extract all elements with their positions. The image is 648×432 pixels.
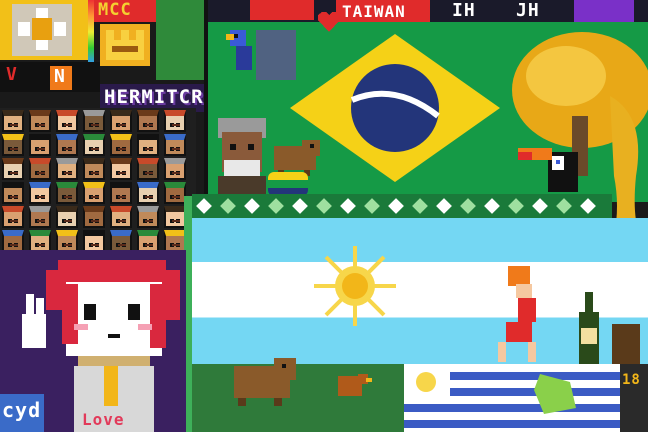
hermit-face bbox=[110, 134, 132, 156]
hermit-face bbox=[2, 230, 24, 252]
hermit-face bbox=[56, 158, 78, 180]
diamond-tile bbox=[244, 198, 260, 214]
hermit-face bbox=[29, 134, 51, 156]
mcc-label: MCC bbox=[98, 0, 132, 20]
old-man-avatar bbox=[210, 112, 274, 198]
pixel-canvas[interactable]: MCC V N HERMITCRAFT H bbox=[0, 0, 648, 432]
hermit-face bbox=[83, 110, 105, 132]
dancer-figure bbox=[488, 264, 550, 364]
wine-bottle-icon bbox=[576, 292, 602, 364]
diamond-tile bbox=[556, 198, 572, 214]
diamond-tile bbox=[268, 198, 284, 214]
hermit-face bbox=[110, 182, 132, 204]
hermit-face bbox=[137, 230, 159, 252]
hermit-face bbox=[29, 158, 51, 180]
hermit-face bbox=[56, 230, 78, 252]
parrot-icon bbox=[222, 26, 258, 78]
hermit-face bbox=[2, 110, 24, 132]
hermit-face bbox=[137, 110, 159, 132]
diamond-tile bbox=[508, 198, 524, 214]
hermit-face bbox=[29, 206, 51, 228]
hermit-face bbox=[164, 134, 186, 156]
jh-label: JH bbox=[516, 0, 540, 21]
heart-icon bbox=[318, 12, 340, 32]
hermit-face bbox=[110, 110, 132, 132]
diamond-tile bbox=[220, 198, 236, 214]
hermit-face bbox=[56, 134, 78, 156]
diamond-tile bbox=[412, 198, 428, 214]
hermit-face bbox=[56, 110, 78, 132]
diamond-tile bbox=[340, 198, 356, 214]
diamond-tile bbox=[532, 198, 548, 214]
hermit-face bbox=[137, 206, 159, 228]
red-block bbox=[250, 0, 314, 20]
hermit-face bbox=[83, 158, 105, 180]
hermit-face bbox=[137, 182, 159, 204]
hermit-face bbox=[110, 206, 132, 228]
hermit-face bbox=[83, 182, 105, 204]
capybara-bottom-icon bbox=[226, 352, 300, 406]
hermit-face bbox=[110, 230, 132, 252]
love-label: Love bbox=[82, 410, 125, 429]
diamond-tile bbox=[436, 198, 452, 214]
hermit-face bbox=[56, 206, 78, 228]
flower-logo-icon bbox=[12, 4, 72, 56]
hermit-face bbox=[2, 182, 24, 204]
diamond-tile bbox=[388, 198, 404, 214]
v-letter: V bbox=[6, 64, 18, 85]
hermit-face bbox=[164, 206, 186, 228]
hermit-face bbox=[110, 158, 132, 180]
taiwan-label: TAIWAN bbox=[342, 2, 406, 21]
sun-icon bbox=[314, 246, 396, 326]
diamond-tile bbox=[316, 198, 332, 214]
flower-patch bbox=[256, 30, 296, 80]
hermit-face bbox=[2, 134, 24, 156]
hermit-face bbox=[29, 230, 51, 252]
bird-icon bbox=[332, 370, 372, 406]
hermit-face bbox=[83, 134, 105, 156]
diamond-tile bbox=[580, 198, 596, 214]
green-grid-area bbox=[156, 0, 204, 80]
diamond-tile bbox=[196, 198, 212, 214]
crown-icon bbox=[106, 30, 144, 60]
capybara-icon bbox=[270, 136, 322, 176]
hermit-face bbox=[83, 230, 105, 252]
hermit-face bbox=[2, 206, 24, 228]
cyd-label: cyd bbox=[2, 398, 42, 422]
ih-label: IH bbox=[452, 0, 476, 21]
diamond-tile bbox=[460, 198, 476, 214]
anime-girl bbox=[22, 254, 184, 432]
diamond-tile bbox=[292, 198, 308, 214]
hermit-face bbox=[164, 158, 186, 180]
stripe-ball bbox=[268, 172, 308, 196]
hermit-face bbox=[164, 182, 186, 204]
hermit-face bbox=[137, 158, 159, 180]
n-letter: N bbox=[54, 66, 66, 87]
purple-shape bbox=[574, 0, 634, 22]
diamond-tile bbox=[364, 198, 380, 214]
number-label: 18 bbox=[622, 372, 641, 388]
diamond-tile bbox=[484, 198, 500, 214]
uruguay-sun-icon bbox=[410, 368, 442, 396]
hermit-face bbox=[2, 158, 24, 180]
hermit-face bbox=[164, 230, 186, 252]
hermit-face bbox=[164, 110, 186, 132]
hermit-face bbox=[29, 110, 51, 132]
toucan-icon bbox=[518, 142, 586, 198]
hermit-face bbox=[137, 134, 159, 156]
hermit-face bbox=[29, 182, 51, 204]
mate-cup bbox=[612, 324, 640, 364]
hermit-face bbox=[56, 182, 78, 204]
hermit-face bbox=[83, 206, 105, 228]
green-gem bbox=[534, 374, 576, 414]
